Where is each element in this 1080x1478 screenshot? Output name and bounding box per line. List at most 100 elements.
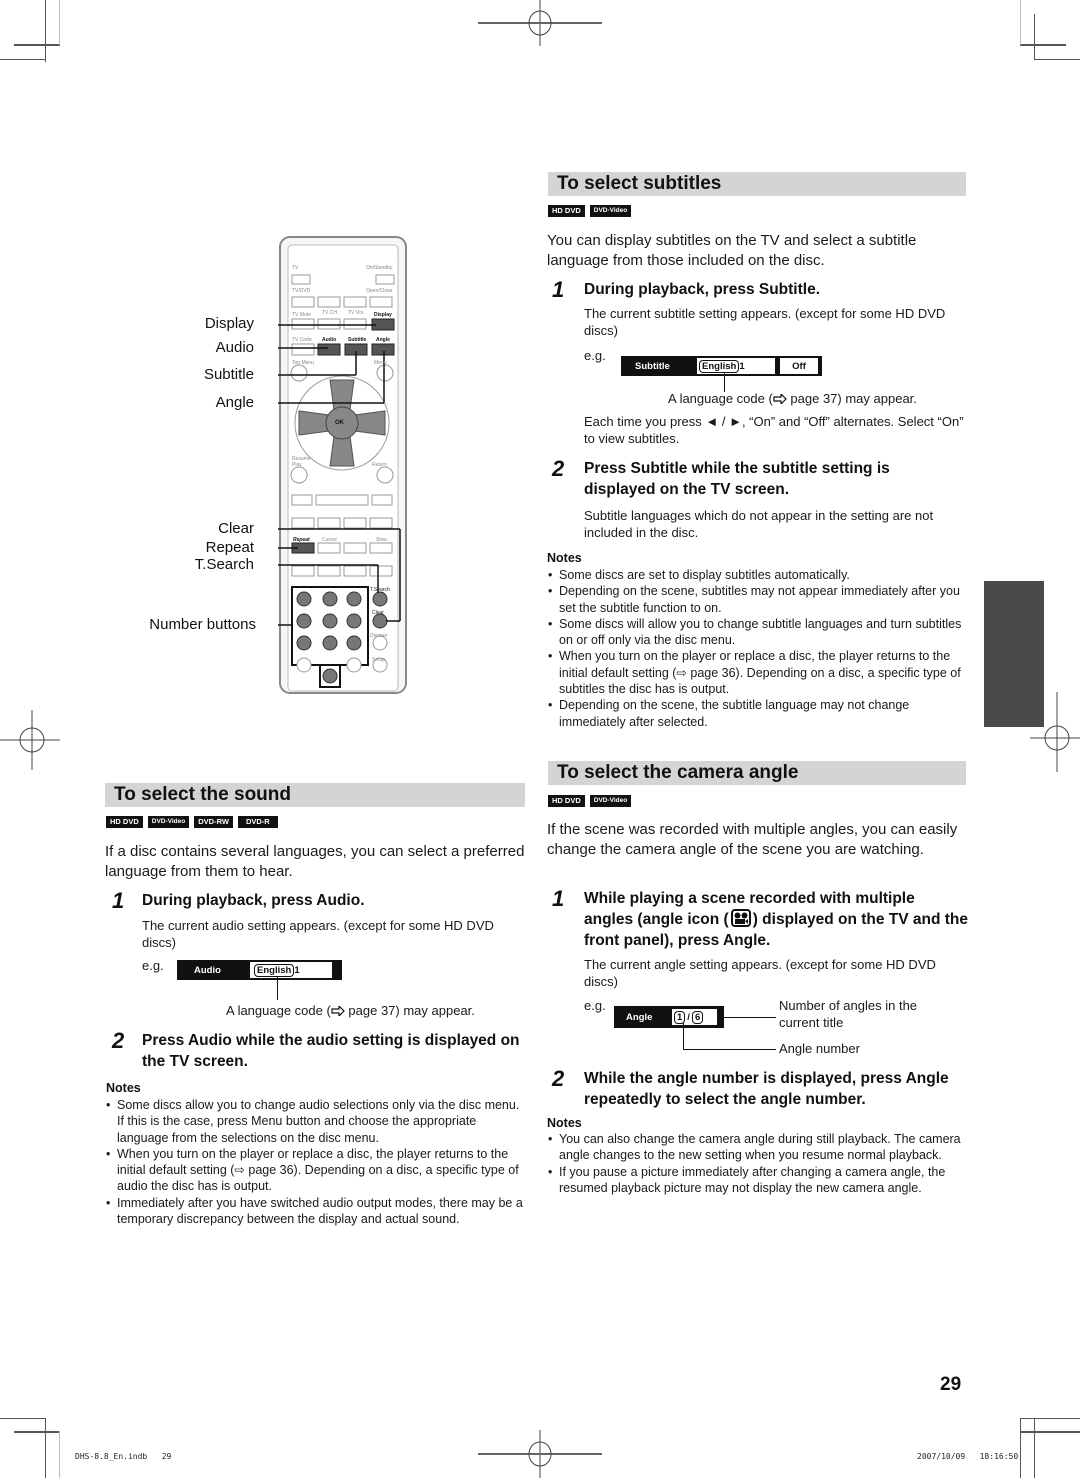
intro-text: You can display subtitles on the TV and … bbox=[547, 232, 917, 269]
step-title: During playback, press Audio. bbox=[142, 892, 365, 909]
notes-list: You can also change the camera angle dur… bbox=[547, 1131, 967, 1196]
remote-key-return: Return bbox=[372, 462, 388, 468]
badge-hd-dvd: HD DVD bbox=[548, 795, 585, 807]
note-item: Some discs are set to display subtitles … bbox=[547, 567, 967, 584]
remote-key-dimmer: Dimmer bbox=[370, 633, 388, 639]
remote-label-clear: Clear bbox=[218, 520, 254, 537]
step-description: The current subtitle setting appears. (e… bbox=[584, 306, 946, 338]
crop-mark bbox=[45, 1418, 46, 1478]
remote-key-tv: TV bbox=[292, 265, 299, 271]
badge-dvd-video: DVD-Video bbox=[589, 795, 632, 807]
eg-label: e.g. bbox=[142, 958, 164, 973]
registration-mark-left bbox=[0, 710, 60, 770]
step-description: The current audio setting appears. (exce… bbox=[142, 918, 494, 950]
note-text: page 37) may appear. bbox=[344, 1003, 475, 1018]
note-text: page 37) may appear. bbox=[786, 391, 917, 406]
badge-dvd-video: DVD-Video bbox=[147, 816, 190, 828]
step-number: 1 bbox=[112, 888, 125, 913]
callout-line bbox=[277, 976, 278, 1000]
osd-track-number: 1 bbox=[294, 964, 300, 976]
badge-dvd-r: DVD-R bbox=[237, 816, 278, 828]
step-number: 1 bbox=[552, 277, 565, 302]
note-item: Depending on the scene, the subtitle lan… bbox=[547, 697, 967, 730]
eg-label: e.g. bbox=[584, 998, 606, 1013]
language-pill: English bbox=[254, 963, 295, 977]
crop-mark bbox=[45, 14, 46, 60]
remote-key-tv-code: TV Code bbox=[292, 337, 312, 343]
arrow-right-icon bbox=[773, 394, 787, 404]
disc-badges: HD DVD DVD-Video bbox=[548, 795, 632, 807]
step-number: 2 bbox=[552, 456, 565, 481]
remote-key-tv-dvd: TV/DVD bbox=[292, 288, 311, 294]
note-item: Some discs allow you to change audio sel… bbox=[105, 1097, 525, 1146]
footer-file-name: DHS-8.8_En.indb 29 bbox=[75, 1452, 172, 1461]
osd-language: English 1 bbox=[250, 962, 332, 978]
note-item: Depending on the scene, subtitles may no… bbox=[547, 583, 967, 616]
step-number: 1 bbox=[552, 886, 565, 911]
step-description: Subtitle languages which do not appear i… bbox=[584, 508, 934, 540]
step-number: 2 bbox=[552, 1066, 565, 1091]
remote-key-cursor: Cursor bbox=[322, 537, 338, 543]
callout-line bbox=[683, 1049, 776, 1050]
intro-text: If the scene was recorded with multiple … bbox=[547, 821, 958, 858]
crop-mark bbox=[1020, 0, 1021, 45]
osd-language: English 1 bbox=[697, 358, 775, 374]
section-title: To select the sound bbox=[105, 783, 525, 807]
footer-timestamp: 2007/10/09 18:16:50 bbox=[917, 1452, 1019, 1461]
crop-mark bbox=[14, 1431, 60, 1433]
remote-key-open-close: Open/Close bbox=[366, 288, 393, 294]
remote-key-slow: Slow bbox=[376, 537, 387, 543]
angle-camera-icon bbox=[730, 909, 751, 927]
remote-key-tv-vol: TV Vol. bbox=[348, 310, 365, 316]
step-number: 2 bbox=[112, 1028, 125, 1053]
osd-label: Subtitle bbox=[635, 360, 670, 372]
note-item: Some discs will allow you to change subt… bbox=[547, 616, 967, 649]
total-angles-pill: 6 bbox=[691, 1010, 704, 1024]
registration-mark-top bbox=[478, 0, 602, 46]
step-title: Press Subtitle while the subtitle settin… bbox=[584, 460, 890, 498]
remote-key-tv-mute: TV Mute bbox=[292, 312, 311, 318]
badge-hd-dvd: HD DVD bbox=[106, 816, 143, 828]
notes-list: Some discs allow you to change audio sel… bbox=[105, 1097, 525, 1227]
note-item: If you pause a picture immediately after… bbox=[547, 1164, 967, 1197]
language-code-note: A language code ( page 37) may appear. bbox=[226, 1003, 475, 1020]
callout-line bbox=[683, 1022, 684, 1049]
remote-label-number-buttons: Number buttons bbox=[149, 616, 256, 633]
section-title: To select subtitles bbox=[548, 172, 966, 196]
step-description: The current angle setting appears. (exce… bbox=[584, 957, 936, 989]
crop-mark bbox=[0, 59, 46, 60]
audio-osd-example: Audio English 1 bbox=[177, 960, 342, 980]
registration-mark-bottom bbox=[478, 1430, 602, 1478]
remote-label-subtitle: Subtitle bbox=[203, 366, 254, 383]
remote-key-clear: Clear bbox=[372, 610, 384, 616]
crop-mark bbox=[1034, 14, 1035, 60]
remote-key-on-standby: On/Standby bbox=[366, 265, 393, 271]
note-item: When you turn on the player or replace a… bbox=[547, 648, 967, 697]
notes-heading: Notes bbox=[547, 1116, 582, 1130]
arrow-right-icon bbox=[331, 1006, 345, 1016]
remote-label-tsearch: T.Search bbox=[194, 556, 254, 573]
notes-heading: Notes bbox=[106, 1081, 141, 1095]
callout-line bbox=[720, 1017, 776, 1018]
osd-angle-value: 1 / 6 bbox=[672, 1009, 717, 1025]
remote-label-display: Display bbox=[204, 315, 254, 332]
remote-key-menu: Menu bbox=[374, 360, 387, 366]
callout-line bbox=[724, 372, 725, 392]
badge-dvd-video: DVD-Video bbox=[589, 205, 632, 217]
section-title: To select the camera angle bbox=[548, 761, 966, 785]
note-item: Immediately after you have switched audi… bbox=[105, 1195, 525, 1228]
language-code-note: A language code ( page 37) may appear. bbox=[668, 391, 917, 408]
remote-key-tsearch: T.Search bbox=[370, 587, 390, 593]
disc-badges: HD DVD DVD-Video DVD-RW DVD-R bbox=[106, 816, 278, 828]
disc-badges: HD DVD DVD-Video bbox=[548, 205, 632, 217]
remote-key-resume-play: Resume Play bbox=[292, 456, 311, 468]
chapter-side-tab bbox=[984, 581, 1044, 727]
callout-angle-number: Angle number bbox=[779, 1041, 860, 1056]
note-text: A language code ( bbox=[226, 1003, 331, 1018]
osd-label: Audio bbox=[194, 964, 221, 976]
osd-state: Off bbox=[780, 358, 818, 374]
step-title: Press Audio while the audio setting is d… bbox=[142, 1032, 520, 1070]
note-text: A language code ( bbox=[668, 391, 773, 406]
crop-mark bbox=[1020, 1431, 1080, 1433]
badge-dvd-rw: DVD-RW bbox=[194, 816, 233, 828]
